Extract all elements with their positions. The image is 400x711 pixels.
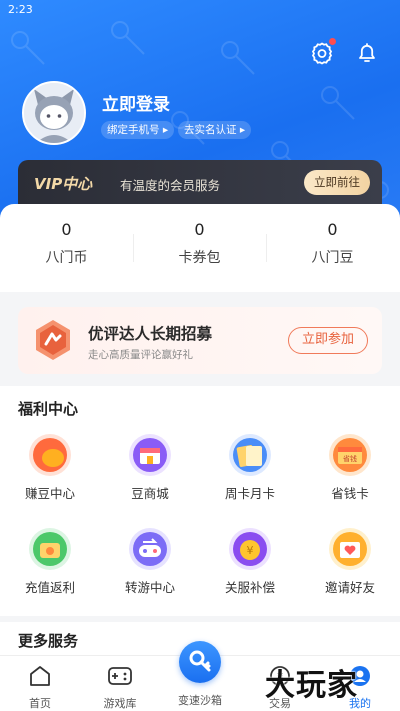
stat-beans[interactable]: 0 八门豆 xyxy=(266,220,399,267)
svg-text:¥: ¥ xyxy=(247,544,254,557)
avatar[interactable] xyxy=(22,81,86,145)
welfare-item-label: 省钱卡 xyxy=(331,486,369,501)
welfare-item-label: 充值返利 xyxy=(24,580,75,595)
welfare-item-recharge-rebate[interactable]: 充值返利 xyxy=(10,528,90,596)
tab-label-speed-sandbox: 变速沙箱 xyxy=(178,694,222,707)
stat-value: 0 xyxy=(61,220,72,239)
notifications-button[interactable] xyxy=(352,38,382,68)
join-now-button[interactable]: 立即参加 xyxy=(288,327,368,354)
bind-phone-label: 绑定手机号 xyxy=(107,124,160,136)
vip-center-bar[interactable]: VIP中心 有温度的会员服务 立即前往 xyxy=(18,160,382,208)
welfare-item-label: 豆商城 xyxy=(131,486,169,501)
recruit-subtitle: 走心高质量评论赢好礼 xyxy=(88,349,193,361)
watermark-logo: 大玩家 xyxy=(265,668,358,703)
bean-icon xyxy=(29,434,71,476)
medal-icon xyxy=(36,320,70,360)
stat-coupons[interactable]: 0 卡券包 xyxy=(133,220,266,267)
vip-logo: VIP中心 xyxy=(34,175,93,193)
welfare-center-section: 福利中心 赚豆中心 豆商城 周卡月卡 省钱 省钱卡 充值返利 转游中心 ¥ 关服… xyxy=(0,386,400,616)
welfare-item-server-compensation[interactable]: ¥ 关服补偿 xyxy=(210,528,290,596)
notification-dot xyxy=(329,38,336,45)
recruit-title: 优评达人长期招募 xyxy=(88,325,213,343)
home-icon xyxy=(30,666,50,686)
stat-coins[interactable]: 0 八门币 xyxy=(0,220,133,267)
welfare-item-invite-friends[interactable]: 邀请好友 xyxy=(310,528,390,596)
stat-label: 八门豆 xyxy=(311,250,354,266)
bell-icon xyxy=(359,43,375,62)
key-icon xyxy=(189,650,211,672)
vip-slogan: 有温度的会员服务 xyxy=(120,178,221,193)
welfare-item-label: 关服补偿 xyxy=(224,580,275,595)
compensation-coin-icon: ¥ xyxy=(229,528,271,570)
login-link[interactable]: 立即登录 xyxy=(102,90,170,115)
shop-icon xyxy=(129,434,171,476)
stat-value: 0 xyxy=(327,220,338,239)
welfare-item-label: 转游中心 xyxy=(124,580,175,595)
reviewer-recruit-banner[interactable]: 优评达人长期招募 走心高质量评论赢好礼 立即参加 xyxy=(18,307,382,374)
transfer-icon xyxy=(129,528,171,570)
welfare-item-earn-beans[interactable]: 赚豆中心 xyxy=(10,434,90,502)
gamepad-icon xyxy=(108,667,132,685)
tab-home[interactable]: 首页 xyxy=(10,664,70,711)
stat-label: 卡券包 xyxy=(178,250,221,266)
card-icon xyxy=(229,434,271,476)
settings-button[interactable] xyxy=(307,38,337,68)
tab-label: 首页 xyxy=(29,697,51,710)
bind-phone-link[interactable]: 绑定手机号 ▸ xyxy=(101,121,175,139)
chevron-right-icon: ▸ xyxy=(236,124,246,136)
status-time: 2:23 xyxy=(8,3,33,16)
default-avatar-icon xyxy=(24,83,84,143)
welfare-item-week-month-card[interactable]: 周卡月卡 xyxy=(210,434,290,502)
welfare-item-game-transfer[interactable]: 转游中心 xyxy=(110,528,190,596)
welfare-item-label: 周卡月卡 xyxy=(224,486,275,501)
stat-label: 八门币 xyxy=(45,250,88,266)
tab-game-library[interactable]: 游戏库 xyxy=(90,664,150,711)
section-title: 福利中心 xyxy=(18,400,79,418)
verify-name-link[interactable]: 去实名认证 ▸ xyxy=(178,121,252,139)
verify-name-label: 去实名认证 xyxy=(184,124,237,136)
wallet-icon xyxy=(29,528,71,570)
section-title: 更多服务 xyxy=(18,632,79,650)
welfare-item-save-card[interactable]: 省钱 省钱卡 xyxy=(310,434,390,502)
welfare-item-bean-shop[interactable]: 豆商城 xyxy=(110,434,190,502)
speed-sandbox-button[interactable] xyxy=(179,641,221,683)
vip-go-button[interactable]: 立即前往 xyxy=(304,170,370,195)
save-card-icon: 省钱 xyxy=(329,434,371,476)
invite-icon xyxy=(329,528,371,570)
profile-header: 2:23 立即登录 绑定手机号 ▸ 去实名认证 ▸ VIP中心 有温度的会员服务 xyxy=(0,0,400,235)
wallet-stats-card: 0 八门币 0 卡券包 0 八门豆 xyxy=(0,204,400,292)
svg-text:省钱: 省钱 xyxy=(343,454,357,463)
welfare-item-label: 赚豆中心 xyxy=(24,486,75,501)
chevron-right-icon: ▸ xyxy=(159,124,169,136)
tab-label: 游戏库 xyxy=(103,697,137,710)
welfare-item-label: 邀请好友 xyxy=(324,580,375,595)
stat-value: 0 xyxy=(194,220,205,239)
